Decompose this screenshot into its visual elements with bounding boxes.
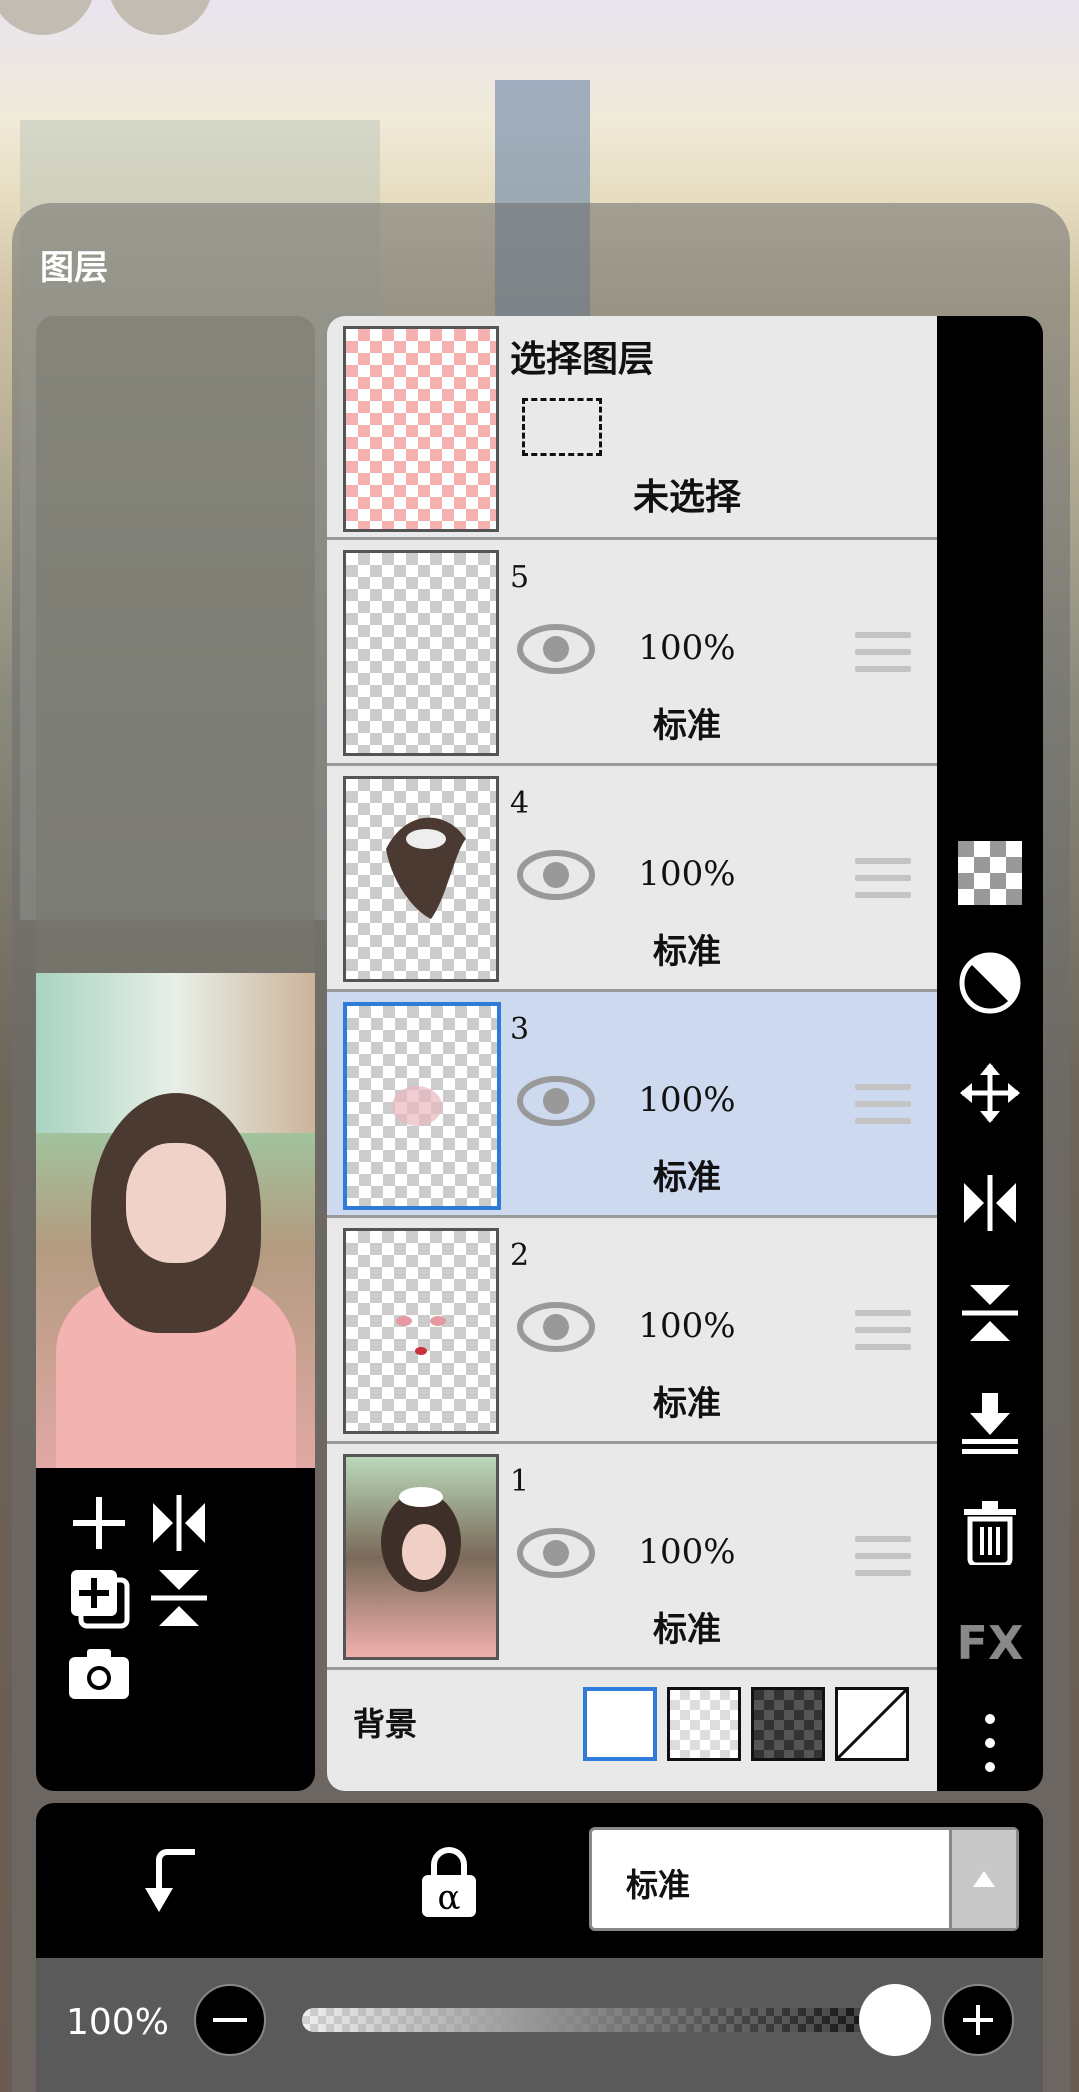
drag-handle-icon[interactable]	[855, 858, 911, 908]
opacity-slider-knob[interactable]	[859, 1984, 931, 2056]
layer-blend-mode: 标准	[653, 1384, 721, 1424]
background-row: 背景	[327, 1655, 937, 1791]
layer-opacity: 100%	[638, 1306, 736, 1346]
flip-horizontal-icon[interactable]	[955, 1168, 1025, 1238]
flip-horizontal-icon[interactable]	[144, 1488, 214, 1558]
layer-blend-mode: 标准	[653, 1610, 721, 1650]
layer-thumbnail	[343, 1228, 499, 1434]
checker-icon[interactable]	[955, 838, 1025, 908]
layer-list: 选择图层 未选择 5 100% 标准 4 100% 标准 3 100% 标准 2…	[327, 316, 937, 1791]
visibility-eye-icon[interactable]	[517, 622, 595, 676]
layer-opacity: 100%	[638, 854, 736, 894]
flip-vertical-icon[interactable]	[955, 1278, 1025, 1348]
more-icon[interactable]	[955, 1708, 1025, 1778]
move-icon[interactable]	[955, 1058, 1025, 1128]
layer-opacity: 100%	[638, 1080, 736, 1120]
flip-vertical-icon[interactable]	[144, 1563, 214, 1633]
drag-handle-icon[interactable]	[855, 1310, 911, 1360]
drag-handle-icon[interactable]	[855, 1084, 911, 1134]
blend-mode-select[interactable]: 标准	[589, 1827, 1019, 1931]
layer-tools	[36, 1468, 315, 1791]
background-label: 背景	[353, 1705, 418, 1743]
duplicate-layer-icon[interactable]	[64, 1563, 134, 1633]
visibility-eye-icon[interactable]	[517, 1300, 595, 1354]
layer-options-bar: α 标准	[36, 1803, 1043, 1958]
camera-icon[interactable]	[64, 1638, 134, 1708]
layer-row[interactable]: 2 100% 标准	[327, 1218, 937, 1444]
canvas-preview	[36, 973, 315, 1468]
selection-layer-row[interactable]: 选择图层 未选择	[327, 316, 937, 540]
drag-handle-icon[interactable]	[855, 632, 911, 682]
add-layer-icon[interactable]	[64, 1488, 134, 1558]
layer-actions-bar: FX	[937, 316, 1043, 1791]
minus-icon[interactable]	[194, 1984, 266, 2056]
visibility-eye-icon[interactable]	[517, 1074, 595, 1128]
selection-marquee-icon	[522, 398, 602, 456]
contrast-icon[interactable]	[955, 948, 1025, 1018]
layer-blend-mode: 标准	[653, 1158, 721, 1198]
layer-blend-mode: 标准	[653, 932, 721, 972]
layer-thumbnail	[343, 550, 499, 756]
trash-icon[interactable]	[955, 1498, 1025, 1568]
alpha-lock-icon[interactable]: α	[414, 1843, 484, 1923]
opacity-value: 100%	[66, 2002, 169, 2043]
layer-blend-mode: 标准	[653, 706, 721, 746]
background-dark-swatch[interactable]	[751, 1687, 825, 1761]
clipping-arrow-icon[interactable]	[136, 1843, 206, 1923]
layer-row-selected[interactable]: 3 100% 标准	[327, 992, 937, 1218]
layer-number: 3	[510, 1012, 530, 1047]
background-none-swatch[interactable]	[835, 1687, 909, 1761]
selection-layer-title: 选择图层	[510, 339, 655, 380]
layer-number: 2	[510, 1238, 530, 1273]
background-transparent-swatch[interactable]	[667, 1687, 741, 1761]
svg-text:α: α	[438, 1878, 461, 1918]
dropdown-arrow-icon[interactable]	[949, 1830, 1016, 1928]
layer-number: 1	[510, 1464, 530, 1499]
plus-icon[interactable]	[942, 1984, 1014, 2056]
selection-status: 未选择	[632, 477, 741, 518]
layer-thumbnail	[343, 1002, 501, 1210]
opacity-control: 100%	[36, 1958, 1043, 2092]
layer-thumbnail	[343, 1454, 499, 1660]
layer-row[interactable]: 5 100% 标准	[327, 540, 937, 766]
visibility-eye-icon[interactable]	[517, 1526, 595, 1580]
opacity-slider-track[interactable]	[302, 2008, 922, 2032]
panel-title: 图层	[40, 248, 108, 288]
layer-row[interactable]: 1 100% 标准	[327, 1444, 937, 1670]
layer-number: 5	[510, 560, 530, 595]
layer-row[interactable]: 4 100% 标准	[327, 766, 937, 992]
background-white-swatch[interactable]	[583, 1687, 657, 1761]
fx-icon[interactable]: FX	[955, 1608, 1025, 1678]
visibility-eye-icon[interactable]	[517, 848, 595, 902]
layer-opacity: 100%	[638, 1532, 736, 1572]
layer-number: 4	[510, 786, 530, 821]
blend-mode-label: 标准	[626, 1866, 691, 1904]
layer-thumbnail	[343, 776, 499, 982]
merge-down-icon[interactable]	[955, 1388, 1025, 1458]
canvas-preview-top	[36, 316, 315, 973]
layer-opacity: 100%	[638, 628, 736, 668]
drag-handle-icon[interactable]	[855, 1536, 911, 1586]
selection-layer-thumbnail	[343, 326, 499, 532]
